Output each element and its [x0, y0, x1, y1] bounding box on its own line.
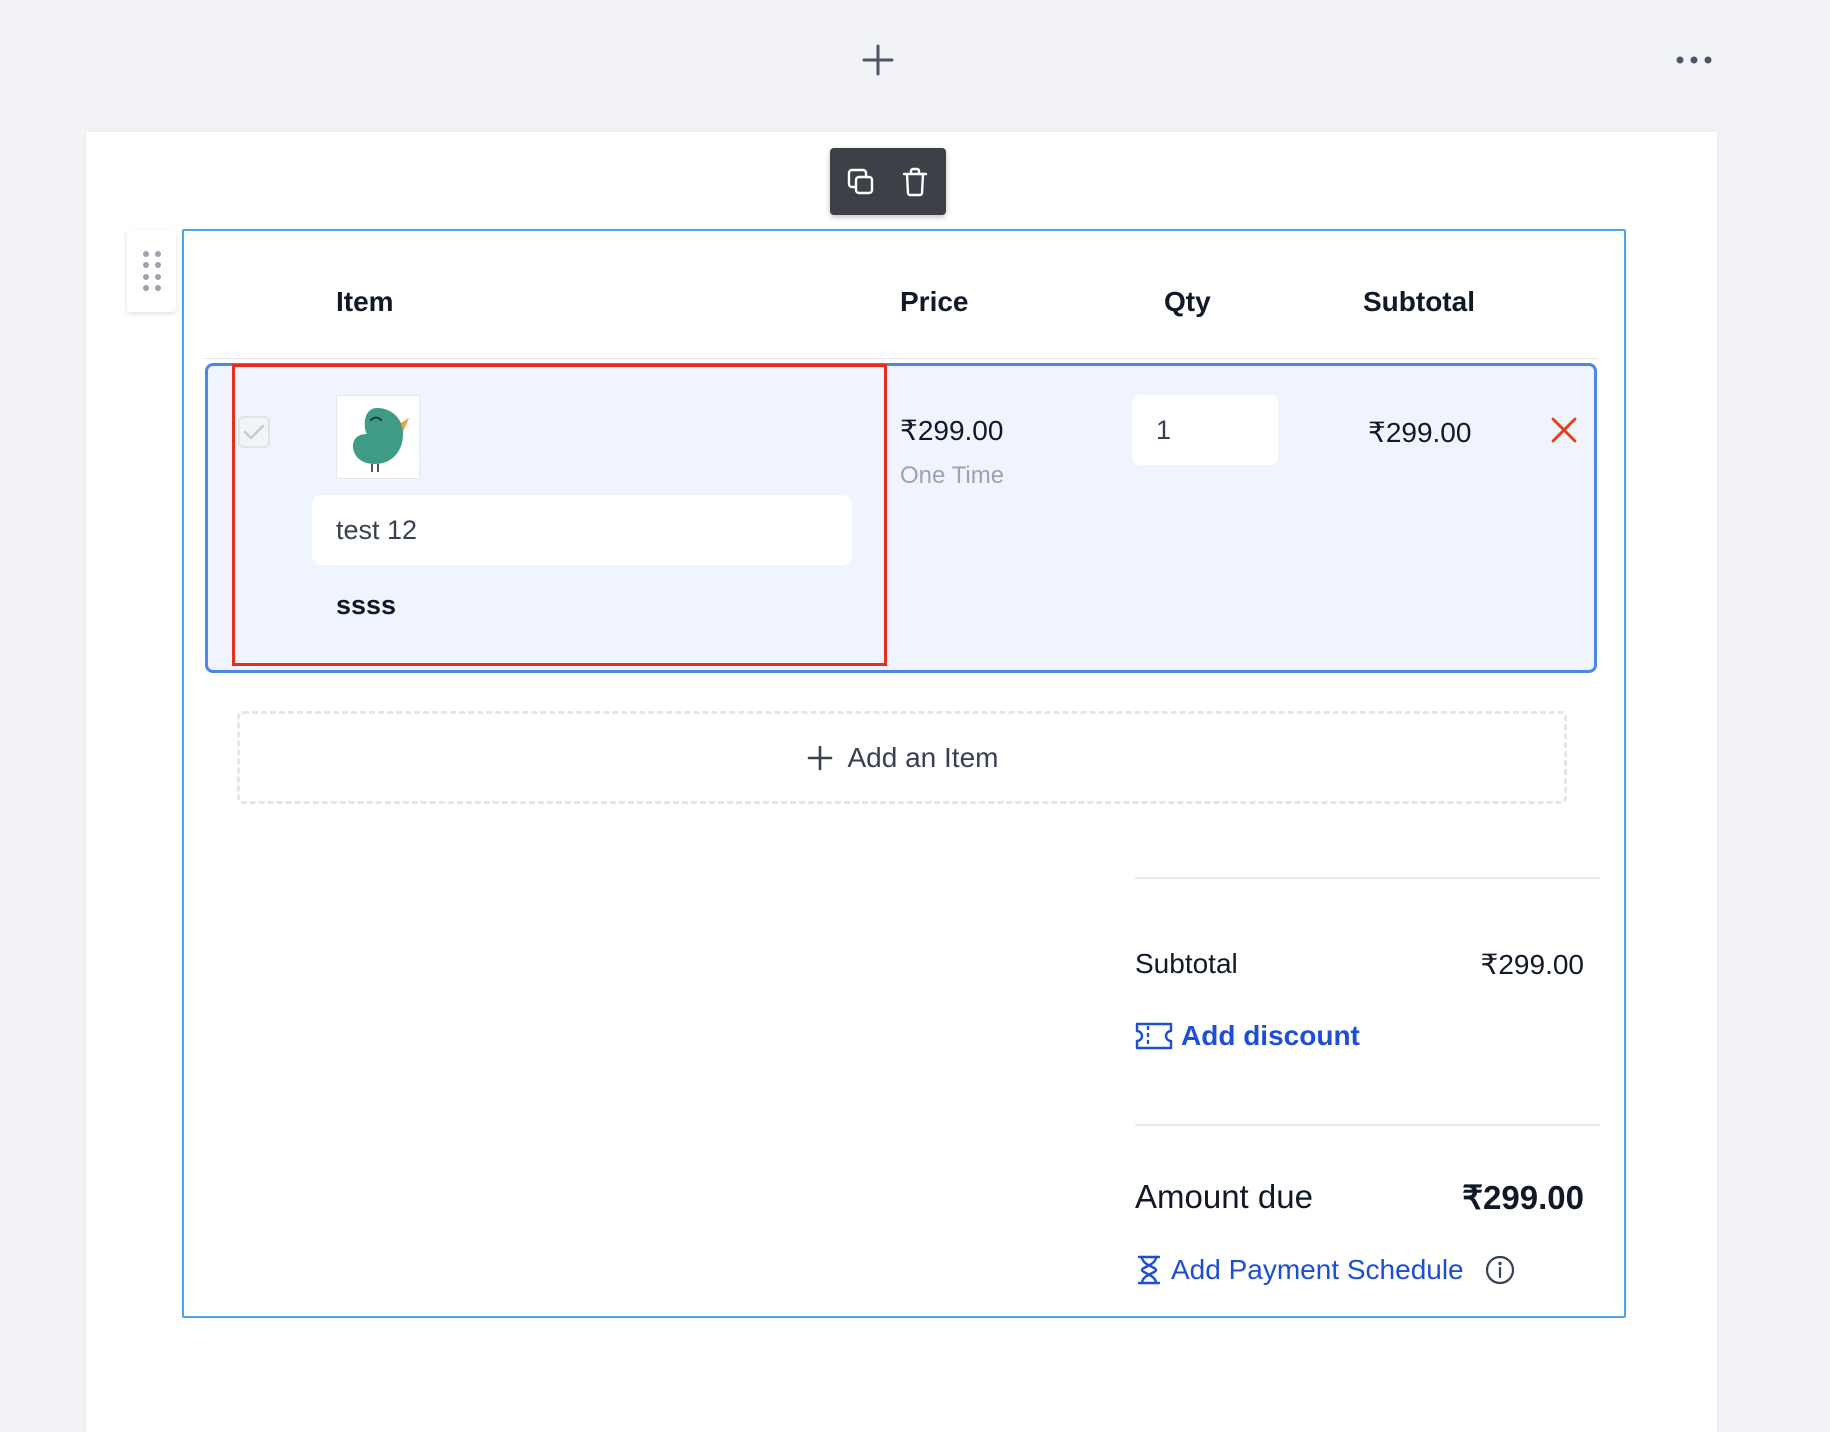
duplicate-block-button[interactable] — [844, 165, 878, 199]
add-item-button[interactable]: Add an Item — [237, 711, 1567, 804]
column-header-subtotal: Subtotal — [1363, 286, 1475, 317]
remove-item-button[interactable] — [1548, 414, 1580, 446]
item-qty-input[interactable]: 1 — [1132, 395, 1278, 465]
drag-handle-icon — [142, 251, 161, 291]
drag-handle[interactable] — [127, 230, 176, 312]
plus-icon — [807, 745, 832, 770]
add-discount-label: Add discount — [1181, 1020, 1360, 1051]
add-discount-button[interactable]: Add discount — [1135, 1020, 1360, 1052]
amount-due-label: Amount due — [1135, 1178, 1313, 1215]
summary-divider-top — [1135, 877, 1600, 879]
close-icon — [1551, 417, 1577, 443]
coupon-icon — [1135, 1022, 1173, 1050]
add-block-button[interactable] — [858, 40, 898, 80]
add-item-label: Add an Item — [847, 741, 999, 773]
info-icon[interactable] — [1484, 1254, 1516, 1286]
add-payment-schedule-button[interactable]: Add Payment Schedule — [1135, 1254, 1516, 1286]
column-header-qty: Qty — [1164, 286, 1211, 317]
header-divider — [205, 358, 1598, 359]
column-header-price: Price — [900, 286, 969, 317]
amount-due-value: ₹299.00 — [1462, 1179, 1584, 1216]
summary-subtotal-label: Subtotal — [1135, 948, 1238, 979]
selection-highlight — [232, 364, 887, 666]
delete-block-button[interactable] — [898, 165, 932, 199]
more-horizontal-icon — [1676, 56, 1712, 64]
column-header-item: Item — [336, 286, 394, 317]
plus-icon — [862, 44, 894, 76]
more-options-button[interactable] — [1672, 48, 1716, 72]
item-subtotal: ₹299.00 — [1368, 417, 1472, 448]
summary-subtotal-value: ₹299.00 — [1480, 949, 1584, 980]
block-toolbar — [830, 148, 946, 215]
item-price[interactable]: ₹299.00 — [900, 414, 1003, 447]
item-price-type: One Time — [900, 462, 1005, 489]
duplicate-icon — [847, 168, 874, 194]
add-payment-schedule-label: Add Payment Schedule — [1171, 1254, 1464, 1285]
hourglass-icon — [1137, 1255, 1161, 1285]
trash-icon — [902, 167, 928, 196]
summary-divider-bottom — [1135, 1124, 1600, 1126]
